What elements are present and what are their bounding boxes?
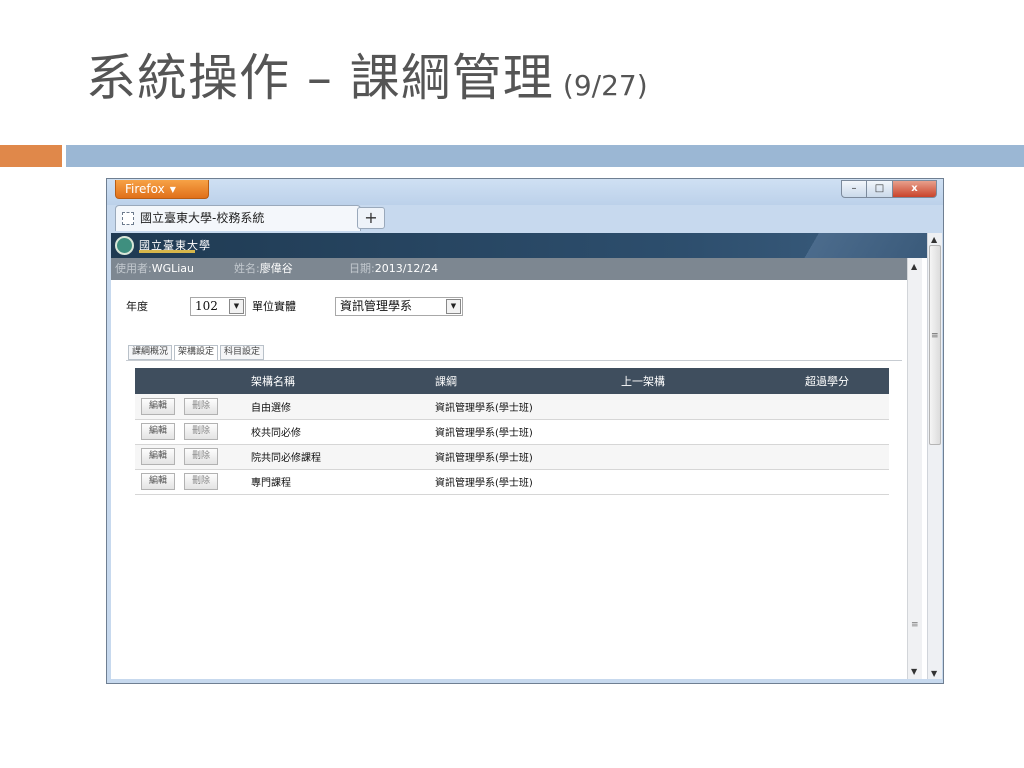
column-header-name: 架構名稱 [245, 368, 429, 394]
browser-tabbar: 國立臺東大學-校務系統 + [107, 203, 943, 233]
year-select-value: 102 [195, 299, 218, 313]
cell-program: 資訊管理學系(學士班) [429, 469, 615, 495]
table-row: 編輯 刪除 院共同必修課程 資訊管理學系(學士班) [135, 444, 889, 470]
maximize-button[interactable]: □ [867, 180, 893, 198]
slide: 系統操作 – 課綱管理 (9/27) Firefox ▼ – □ x 國立臺東大學… [0, 0, 1024, 768]
browser-tab-title: 國立臺東大學-校務系統 [140, 211, 265, 225]
window-titlebar: Firefox ▼ – □ x [107, 179, 943, 205]
scroll-up-icon[interactable]: ▲ [911, 262, 917, 271]
delete-button[interactable]: 刪除 [184, 473, 218, 490]
cell-name: 院共同必修課程 [245, 444, 429, 470]
accent-bar-orange [0, 145, 62, 167]
unit-select[interactable]: 資訊管理學系 ▼ [335, 297, 463, 316]
slide-page-number: (9/27) [562, 69, 648, 102]
chevron-down-icon[interactable]: ▼ [446, 299, 461, 314]
edit-button[interactable]: 編輯 [141, 448, 175, 465]
new-tab-button[interactable]: + [357, 207, 385, 229]
cell-program: 資訊管理學系(學士班) [429, 444, 615, 470]
cell-credits [799, 444, 889, 470]
name-label: 姓名:廖偉谷 [234, 258, 293, 280]
main-content: 年度 102 ▼ 單位實體 資訊管理學系 ▼ 課綱概況 架構設定 科目設定 架構… [111, 280, 907, 680]
delete-button[interactable]: 刪除 [184, 448, 218, 465]
cell-name: 自由選修 [245, 394, 429, 420]
browser-window: Firefox ▼ – □ x 國立臺東大學-校務系統 + 國立臺東大學 使用者… [106, 178, 944, 684]
table-row: 編輯 刪除 校共同必修 資訊管理學系(學士班) [135, 419, 889, 445]
university-seal-icon [115, 236, 134, 255]
user-label: 使用者:WGLiau [115, 258, 194, 280]
browser-tab-active[interactable]: 國立臺東大學-校務系統 [115, 205, 361, 231]
column-header-parent: 上一架構 [615, 368, 799, 394]
scroll-down-icon[interactable]: ▼ [911, 667, 917, 676]
cell-parent [615, 394, 799, 420]
column-header-actions [135, 368, 245, 394]
name-label-text: 姓名: [234, 262, 260, 275]
scroll-up-icon[interactable]: ▲ [931, 235, 937, 244]
year-select[interactable]: 102 ▼ [190, 297, 246, 316]
tab-subject-settings[interactable]: 科目設定 [220, 345, 265, 360]
browser-scrollbar[interactable]: ▲ ≡ ▼ [927, 233, 942, 680]
cell-name: 專門課程 [245, 469, 429, 495]
unit-label: 單位實體 [252, 300, 296, 313]
date-label: 日期:2013/12/24 [349, 258, 438, 280]
edit-button[interactable]: 編輯 [141, 473, 175, 490]
cell-credits [799, 394, 889, 420]
cell-credits [799, 419, 889, 445]
minimize-button[interactable]: – [841, 180, 867, 198]
cell-program: 資訊管理學系(學士班) [429, 394, 615, 420]
page-icon [122, 212, 134, 225]
header-decoration [788, 233, 928, 258]
cell-parent [615, 419, 799, 445]
tab-syllabus-overview[interactable]: 課綱概況 [128, 345, 173, 360]
column-header-program: 課綱 [429, 368, 615, 394]
column-header-credits: 超過學分 [799, 368, 889, 394]
date-value: 2013/12/24 [374, 262, 439, 275]
chevron-down-icon: ▼ [169, 185, 176, 194]
scroll-down-icon[interactable]: ▼ [931, 669, 937, 678]
page-scrollbar[interactable]: ▲ ≡ ▼ [907, 258, 922, 680]
window-bottom-edge [107, 679, 943, 683]
date-label-text: 日期: [349, 262, 375, 275]
name-value: 廖偉谷 [259, 262, 293, 275]
structure-table: 架構名稱 課綱 上一架構 超過學分 編輯刪除 自由選修 資訊管理學系(學士班) [135, 368, 889, 495]
edit-button[interactable]: 編輯 [141, 423, 175, 440]
firefox-menu-label: Firefox [125, 182, 165, 196]
year-label: 年度 [126, 300, 148, 313]
slide-title-main: 系統操作 – 課綱管理 [86, 49, 554, 107]
cell-parent [615, 444, 799, 470]
user-value: WGLiau [151, 262, 195, 275]
cell-credits [799, 469, 889, 495]
edit-button[interactable]: 編輯 [141, 397, 175, 415]
page-viewport: 國立臺東大學 使用者:WGLiau 姓名:廖偉谷 日期:2013/12/24 年… [111, 233, 928, 680]
table-row: 編輯 刪除 專門課程 資訊管理學系(學士班) [135, 469, 889, 495]
delete-button[interactable]: 刪除 [184, 423, 218, 440]
tab-divider [126, 360, 902, 361]
window-controls: – □ x [841, 180, 937, 198]
tab-structure-settings[interactable]: 架構設定 [174, 345, 219, 361]
firefox-menu-button[interactable]: Firefox ▼ [115, 180, 209, 199]
section-tabs: 課綱概況 架構設定 科目設定 [128, 345, 266, 361]
logo-underline [139, 250, 195, 253]
table-header-row: 架構名稱 課綱 上一架構 超過學分 [135, 368, 889, 394]
chevron-down-icon[interactable]: ▼ [229, 299, 244, 314]
table-row: 編輯 刪除 自由選修 資訊管理學系(學士班) [135, 394, 889, 420]
user-label-text: 使用者: [115, 262, 152, 275]
cell-program: 資訊管理學系(學士班) [429, 419, 615, 445]
accent-bar-blue [66, 145, 1024, 167]
row-actions: 編輯 刪除 [135, 444, 245, 470]
scroll-grip-icon: ≡ [911, 620, 919, 630]
slide-title: 系統操作 – 課綱管理 (9/27) [86, 38, 648, 118]
scroll-grip-icon: ≡ [931, 331, 939, 341]
row-actions: 編輯 刪除 [135, 469, 245, 495]
scrollbar-thumb[interactable] [929, 245, 941, 445]
cell-name: 校共同必修 [245, 419, 429, 445]
user-info-bar: 使用者:WGLiau 姓名:廖偉谷 日期:2013/12/24 [111, 258, 907, 280]
row-actions: 編輯 刪除 [135, 419, 245, 445]
site-header: 國立臺東大學 [111, 233, 928, 258]
delete-button[interactable]: 刪除 [184, 397, 218, 415]
unit-select-value: 資訊管理學系 [340, 299, 413, 313]
cell-parent [615, 469, 799, 495]
row-actions: 編輯 刪除 [135, 394, 245, 420]
close-button[interactable]: x [893, 180, 937, 198]
